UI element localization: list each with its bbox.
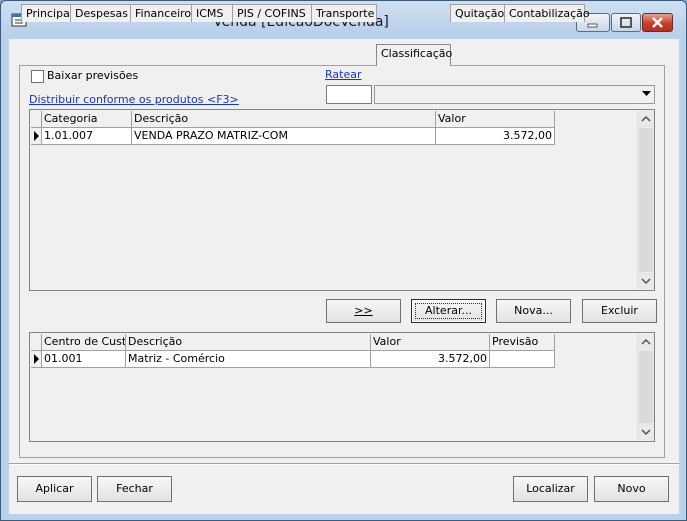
chevron-down-icon (642, 91, 651, 96)
grid-header-indicator (31, 111, 42, 128)
ratear-link[interactable]: Ratear (325, 68, 362, 81)
centro-grid-scrollbar[interactable] (637, 334, 654, 440)
tab-quitacao[interactable]: Quitação (450, 4, 505, 22)
tab-icms[interactable]: ICMS (191, 4, 233, 22)
column-header-descricao[interactable]: Descrição (126, 334, 371, 351)
scroll-track[interactable] (639, 128, 653, 272)
novo-button[interactable]: Novo (594, 476, 669, 502)
baixar-previsoes-label: Baixar previsões (47, 69, 139, 82)
categoria-grid-scrollbar[interactable] (637, 111, 654, 289)
cell-descricao[interactable]: VENDA PRAZO MATRIZ-COM (132, 128, 436, 145)
excluir-button-label: Excluir (601, 304, 638, 317)
categoria-grid: Categoria Descrição Valor 1.01.007 VENDA… (29, 109, 655, 291)
nova-button[interactable]: Nova... (496, 299, 571, 323)
cell-previsao[interactable] (490, 351, 555, 368)
row-pointer-icon (34, 354, 39, 364)
column-header-valor[interactable]: Valor (371, 334, 490, 351)
ratear-code-input[interactable] (326, 85, 372, 104)
tab-transporte[interactable]: Transporte (311, 4, 377, 22)
current-row-indicator (31, 351, 42, 368)
localizar-button-label: Localizar (526, 482, 575, 495)
tab-despesas[interactable]: Despesas (70, 4, 131, 22)
cell-categoria[interactable]: 1.01.007 (42, 128, 132, 145)
tab-pis-cofins[interactable]: PIS / COFINS (232, 4, 312, 22)
nova-button-label: Nova... (514, 304, 553, 317)
transfer-button[interactable]: >> (326, 299, 401, 323)
column-header-categoria[interactable]: Categoria (42, 111, 132, 128)
column-header-previsao[interactable]: Previsão (490, 334, 555, 351)
distribuir-link[interactable]: Distribuir conforme os produtos <F3> (29, 93, 239, 106)
scroll-up-icon[interactable] (638, 111, 654, 127)
cell-valor[interactable]: 3.572,00 (436, 128, 555, 145)
close-button[interactable] (642, 13, 673, 32)
tab-principal[interactable]: Principal (21, 4, 73, 22)
ratear-combo[interactable] (374, 85, 655, 104)
scroll-down-icon[interactable] (638, 273, 654, 289)
close-icon (652, 17, 663, 28)
fechar-button[interactable]: Fechar (97, 476, 172, 502)
column-header-centro-custo[interactable]: Centro de Custo (42, 334, 126, 351)
centro-custo-grid: Centro de Custo Descrição Valor Previsão… (29, 332, 655, 442)
maximize-icon (620, 17, 632, 28)
tab-contabilizacao[interactable]: Contabilização (504, 4, 590, 22)
cell-valor[interactable]: 3.572,00 (371, 351, 490, 368)
maximize-button[interactable] (611, 13, 641, 32)
scroll-down-icon[interactable] (638, 424, 654, 440)
fechar-button-label: Fechar (116, 482, 153, 495)
scroll-up-icon[interactable] (638, 334, 654, 350)
grid-header-indicator (31, 334, 42, 351)
aplicar-button-label: Aplicar (35, 482, 74, 495)
column-header-valor[interactable]: Valor (436, 111, 555, 128)
cell-descricao[interactable]: Matriz - Comércio (126, 351, 371, 368)
tab-financeiro[interactable]: Financeiro (130, 4, 192, 22)
cell-centro-custo[interactable]: 01.001 (42, 351, 126, 368)
tab-classificacao[interactable]: Classificação (376, 44, 452, 66)
baixar-previsoes-checkbox[interactable] (31, 70, 44, 83)
excluir-button[interactable]: Excluir (582, 299, 657, 323)
row-pointer-icon (34, 131, 39, 141)
application-window: Venda [EdicaoDocVenda] Principal Despesa… (0, 0, 687, 521)
transfer-button-label: >> (354, 304, 373, 317)
footer-divider (9, 463, 679, 465)
alterar-button[interactable]: Alterar... (411, 299, 486, 323)
aplicar-button[interactable]: Aplicar (17, 476, 92, 502)
localizar-button[interactable]: Localizar (513, 476, 588, 502)
focus-rectangle (415, 303, 482, 319)
column-header-descricao[interactable]: Descrição (132, 111, 436, 128)
current-row-indicator (31, 128, 42, 145)
novo-button-label: Novo (617, 482, 646, 495)
scroll-track[interactable] (639, 351, 653, 423)
